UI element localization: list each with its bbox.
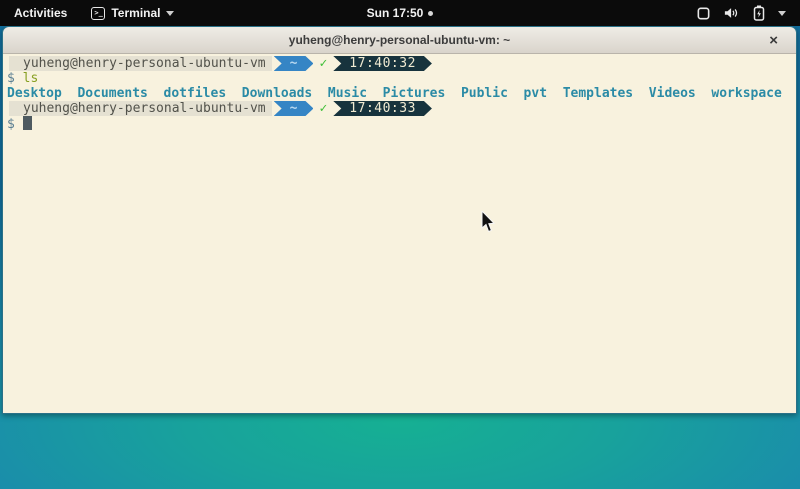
window-titlebar[interactable]: yuheng@henry-personal-ubuntu-vm: ~ × — [3, 27, 796, 54]
window-title: yuheng@henry-personal-ubuntu-vm: ~ — [289, 33, 510, 47]
ls-output: Desktop Documents dotfiles Downloads Mus… — [7, 86, 792, 101]
terminal-app-icon: >_ — [91, 7, 105, 20]
terminal-screen[interactable]: yuheng@henry-personal-ubuntu-vm ~ ✓ 17:4… — [3, 54, 796, 413]
prompt-user: yuheng@henry-personal-ubuntu-vm — [9, 56, 272, 71]
command-line-2: $ — [7, 116, 792, 131]
notification-dot-icon — [428, 11, 433, 16]
shell-prompt-sign: $ — [7, 71, 15, 86]
prompt-cwd: ~ — [274, 101, 314, 116]
shell-prompt-sign: $ — [7, 117, 15, 132]
prompt-line-2: yuheng@henry-personal-ubuntu-vm ~ ✓ 17:4… — [7, 101, 792, 116]
typed-command: ls — [23, 71, 39, 86]
battery-charging-icon — [753, 5, 765, 21]
command-line-1: $ ls — [7, 71, 792, 86]
prompt-line-1: yuheng@henry-personal-ubuntu-vm ~ ✓ 17:4… — [7, 56, 792, 71]
activities-label: Activities — [14, 6, 67, 20]
app-menu-label: Terminal — [111, 6, 160, 20]
system-menu-chevron-icon — [778, 11, 786, 16]
prompt-user: yuheng@henry-personal-ubuntu-vm — [9, 101, 272, 116]
clock[interactable]: Sun 17:50 — [367, 6, 424, 20]
prompt-cwd: ~ — [274, 56, 314, 71]
app-menu-terminal[interactable]: >_ Terminal — [81, 0, 184, 26]
prompt-status-check: ✓ — [313, 101, 333, 116]
prompt-status-check: ✓ — [313, 56, 333, 71]
close-button[interactable]: × — [765, 27, 782, 53]
mouse-cursor — [481, 211, 496, 233]
activities-button[interactable]: Activities — [0, 0, 81, 26]
system-status-area[interactable] — [682, 0, 800, 26]
terminal-cursor — [23, 116, 32, 130]
gnome-top-bar: Activities >_ Terminal Sun 17:50 — [0, 0, 800, 26]
terminal-window: yuheng@henry-personal-ubuntu-vm: ~ × yuh… — [2, 26, 797, 414]
volume-icon — [724, 6, 740, 20]
prompt-time: 17:40:33 — [333, 101, 432, 116]
screen-icon — [696, 6, 711, 21]
prompt-time: 17:40:32 — [333, 56, 432, 71]
chevron-down-icon — [166, 11, 174, 16]
